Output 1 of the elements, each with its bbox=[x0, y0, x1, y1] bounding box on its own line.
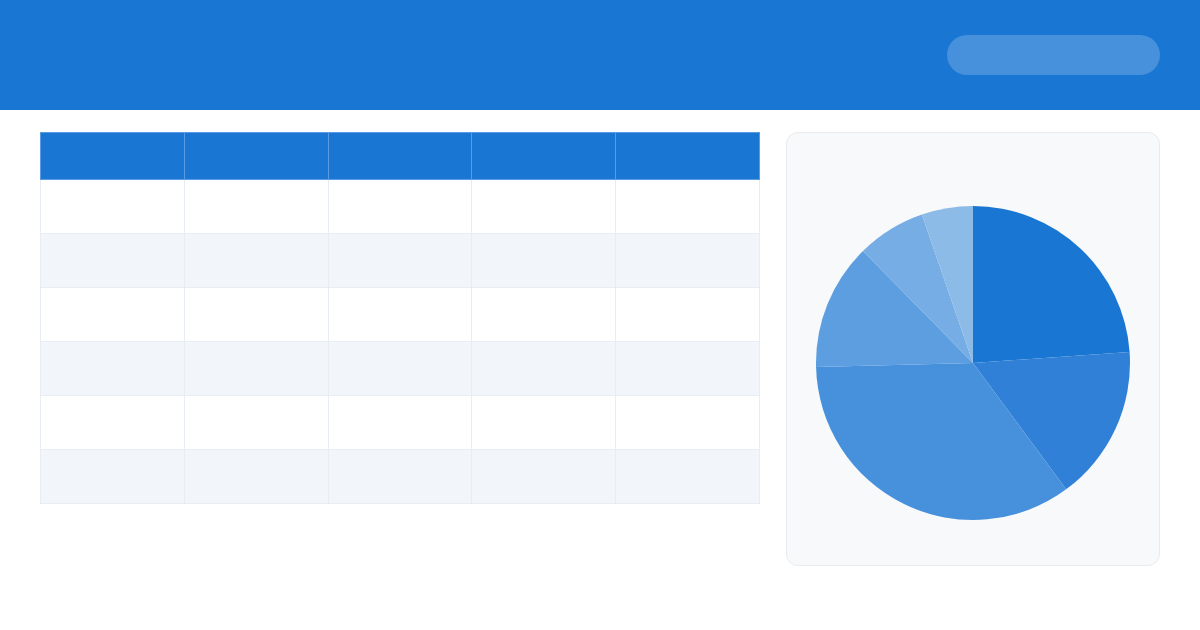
rounded-field[interactable] bbox=[947, 35, 1160, 75]
